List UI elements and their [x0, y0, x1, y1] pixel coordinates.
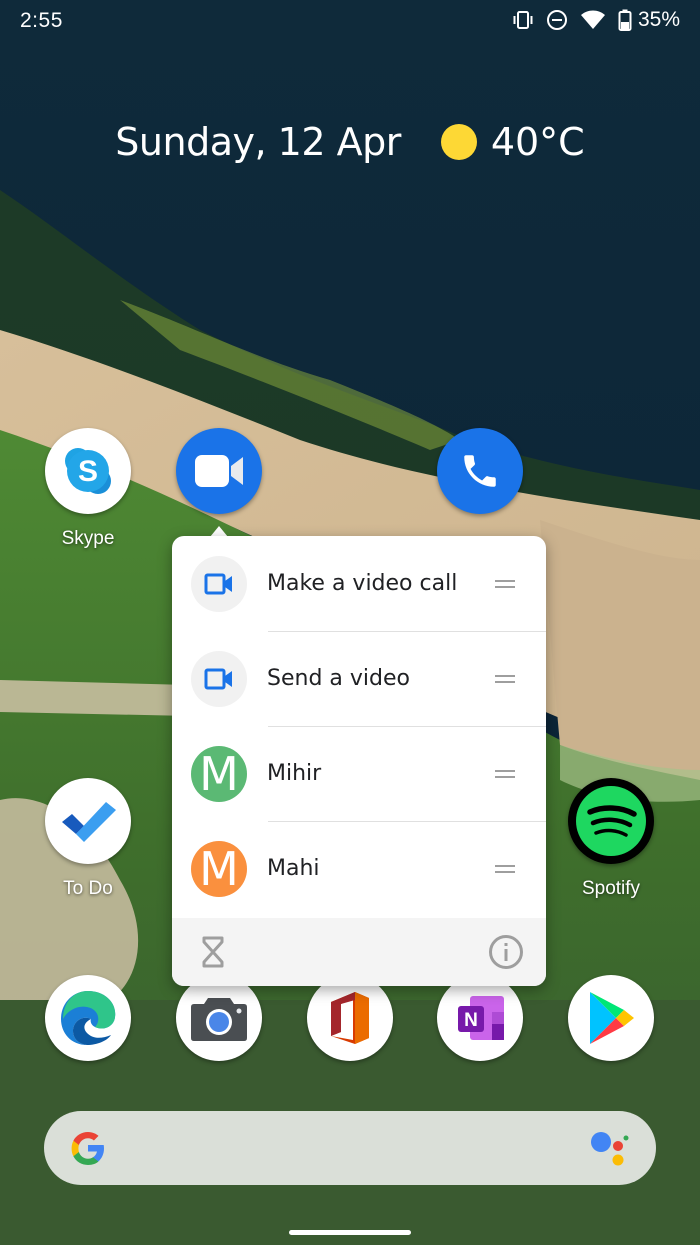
- glance-date[interactable]: Sunday, 12 Apr: [115, 120, 401, 164]
- contact-avatar: M: [191, 745, 247, 802]
- drag-handle-icon[interactable]: [495, 861, 515, 877]
- dock-app-play-store[interactable]: [546, 975, 676, 1061]
- status-time: 2:55: [20, 9, 63, 32]
- battery-percent: 35%: [637, 8, 680, 31]
- office-icon: [307, 975, 393, 1061]
- app-phone[interactable]: [415, 428, 545, 514]
- play-store-icon: [568, 975, 654, 1061]
- app-duo[interactable]: [154, 428, 284, 514]
- wifi-icon: [580, 10, 606, 30]
- google-g-icon[interactable]: [68, 1128, 108, 1173]
- shortcut-make-video-call[interactable]: Make a video call: [172, 536, 546, 631]
- drag-handle-icon[interactable]: [495, 671, 515, 687]
- dock-app-camera[interactable]: [154, 975, 284, 1061]
- shortcut-label: Mahi: [267, 856, 320, 881]
- hourglass-icon[interactable]: [202, 936, 224, 973]
- vibrate-icon: [512, 10, 534, 30]
- at-a-glance-widget[interactable]: Sunday, 12 Apr 40°C: [0, 120, 700, 164]
- app-label: Spotify: [581, 878, 641, 899]
- dock-app-office[interactable]: [285, 975, 415, 1061]
- drag-handle-icon[interactable]: [495, 576, 515, 592]
- status-bar: 2:55 35%: [0, 0, 700, 44]
- app-skype[interactable]: S Skype: [23, 428, 153, 550]
- skype-icon: S: [45, 428, 131, 514]
- svg-text:S: S: [78, 455, 98, 488]
- battery-icon: [618, 9, 632, 31]
- info-icon[interactable]: [488, 934, 524, 975]
- shortcut-label: Make a video call: [267, 571, 458, 596]
- dock-app-edge[interactable]: [23, 975, 153, 1061]
- shortcut-send-video[interactable]: Send a video: [172, 631, 546, 726]
- google-assistant-icon[interactable]: [590, 1129, 630, 1174]
- app-todo[interactable]: To Do: [23, 778, 153, 900]
- app-label: To Do: [63, 878, 113, 899]
- app-shortcuts-popup: Make a video call Send a video M Mihir M…: [172, 536, 546, 986]
- video-call-icon: [191, 555, 247, 612]
- video-call-icon: [191, 650, 247, 707]
- do-not-disturb-icon: [546, 9, 568, 31]
- todo-icon: [45, 778, 131, 864]
- svg-text:N: N: [464, 1010, 478, 1031]
- shortcut-contact-mahi[interactable]: M Mahi: [172, 821, 546, 916]
- phone-icon: [437, 428, 523, 514]
- edge-icon: [45, 975, 131, 1061]
- spotify-icon: [568, 778, 654, 864]
- onenote-icon: N: [437, 975, 523, 1061]
- status-icons: 35%: [512, 8, 680, 32]
- app-spotify[interactable]: Spotify: [546, 778, 676, 900]
- drag-handle-icon[interactable]: [495, 766, 515, 782]
- camera-icon: [176, 975, 262, 1061]
- dock-app-onenote[interactable]: N: [415, 975, 545, 1061]
- popup-footer: [172, 918, 546, 986]
- sunny-icon: [440, 124, 477, 160]
- google-search-bar[interactable]: [44, 1111, 656, 1185]
- app-label: Skype: [61, 528, 115, 549]
- shortcut-label: Mihir: [267, 761, 322, 786]
- navigation-gesture-handle[interactable]: [289, 1230, 411, 1235]
- duo-video-icon: [176, 428, 262, 514]
- shortcut-label: Send a video: [267, 666, 410, 691]
- glance-temperature[interactable]: 40°C: [491, 120, 585, 164]
- shortcut-contact-mihir[interactable]: M Mihir: [172, 726, 546, 821]
- contact-avatar: M: [191, 840, 247, 897]
